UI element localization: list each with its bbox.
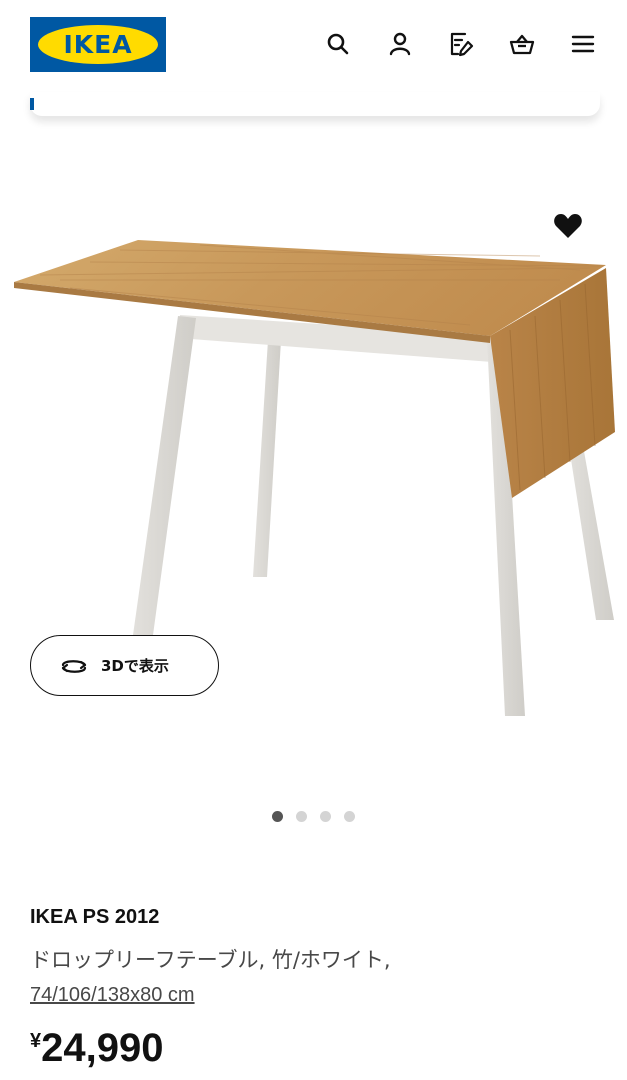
rotate-3d-icon (61, 659, 87, 673)
table-leg-back-left (253, 340, 281, 577)
product-dimensions-link[interactable]: 74/106/138x80 cm (30, 984, 195, 1007)
product-description: ドロップリーフテーブル, 竹/ホワイト, (30, 948, 391, 972)
search-bar-accent (30, 98, 34, 110)
cart-icon[interactable] (506, 28, 538, 60)
favorite-button[interactable] (552, 210, 584, 242)
table-leg-front-left (133, 316, 196, 635)
ikea-logo[interactable]: IKEA (30, 17, 166, 72)
carousel-dot-3[interactable] (320, 811, 331, 822)
table-leg-back-right (568, 440, 614, 620)
shopping-list-icon[interactable] (444, 28, 476, 60)
menu-icon[interactable] (567, 28, 599, 60)
heart-icon (554, 214, 582, 238)
logo-text: IKEA (63, 30, 133, 59)
view-3d-label: 3Dで表示 (101, 657, 169, 675)
product-name: IKEA PS 2012 (30, 906, 160, 928)
carousel-dot-1[interactable] (272, 811, 283, 822)
search-icon[interactable] (322, 28, 354, 60)
site-header: IKEA (0, 0, 627, 90)
search-bar-edge[interactable] (30, 92, 600, 116)
product-price: ¥ 24,990 (30, 1024, 163, 1072)
carousel-dot-4[interactable] (344, 811, 355, 822)
image-carousel-dots (272, 811, 355, 822)
price-currency: ¥ (30, 1030, 42, 1052)
view-3d-button[interactable]: 3Dで表示 (30, 635, 219, 696)
account-icon[interactable] (384, 28, 416, 60)
price-value: 24,990 (41, 1026, 164, 1070)
carousel-dot-2[interactable] (296, 811, 307, 822)
